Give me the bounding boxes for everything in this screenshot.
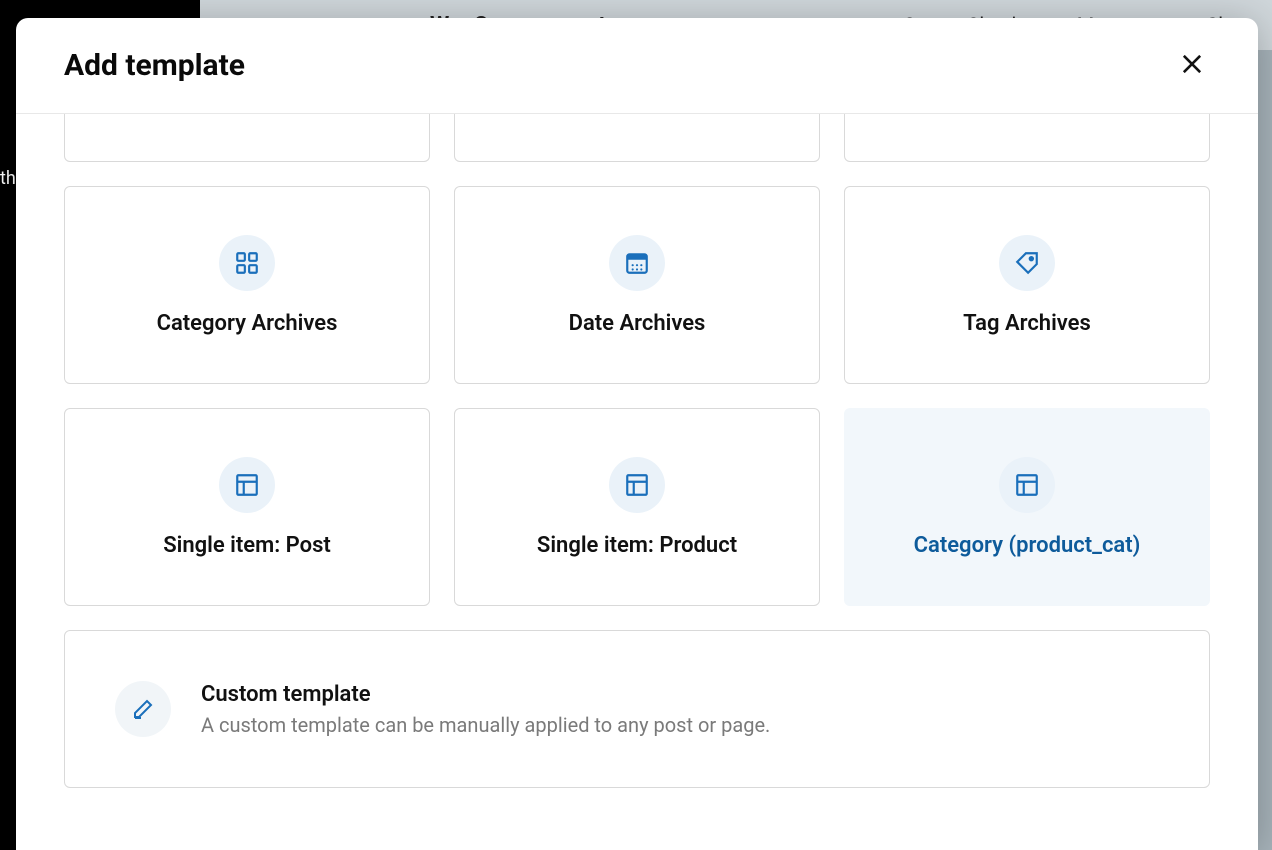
template-label: Category (product_cat) <box>914 533 1141 558</box>
template-card-category-archives[interactable]: Category Archives <box>64 186 430 384</box>
template-label: Single item: Post <box>163 533 331 558</box>
template-card-partial-1[interactable] <box>64 114 430 162</box>
modal-header: Add template <box>16 18 1258 114</box>
grid-icon <box>219 235 275 291</box>
template-card-single-product[interactable]: Single item: Product <box>454 408 820 606</box>
close-icon <box>1178 50 1206 81</box>
add-template-modal: Add template Category Archives <box>16 18 1258 850</box>
layout-icon <box>609 457 665 513</box>
template-label: Single item: Product <box>537 533 737 558</box>
modal-body: Category Archives Date Archives Tag Arch… <box>16 114 1258 850</box>
calendar-icon <box>609 235 665 291</box>
layout-icon <box>999 457 1055 513</box>
template-card-product-cat[interactable]: Category (product_cat) <box>844 408 1210 606</box>
modal-title: Add template <box>64 48 245 83</box>
template-card-tag-archives[interactable]: Tag Archives <box>844 186 1210 384</box>
template-card-partial-3[interactable] <box>844 114 1210 162</box>
close-button[interactable] <box>1174 46 1210 85</box>
template-card-date-archives[interactable]: Date Archives <box>454 186 820 384</box>
template-card-custom[interactable]: Custom template A custom template can be… <box>64 630 1210 788</box>
custom-template-text: Custom template A custom template can be… <box>201 682 770 737</box>
pencil-icon <box>115 681 171 737</box>
custom-template-title: Custom template <box>201 682 770 707</box>
template-label: Category Archives <box>157 311 338 336</box>
sidebar-clipped-text: th <box>0 168 16 189</box>
layout-icon <box>219 457 275 513</box>
template-card-single-post[interactable]: Single item: Post <box>64 408 430 606</box>
template-label: Date Archives <box>569 311 706 336</box>
custom-template-desc: A custom template can be manually applie… <box>201 713 770 737</box>
template-card-partial-2[interactable] <box>454 114 820 162</box>
tag-icon <box>999 235 1055 291</box>
template-label: Tag Archives <box>963 311 1091 336</box>
template-grid: Category Archives Date Archives Tag Arch… <box>64 114 1210 788</box>
